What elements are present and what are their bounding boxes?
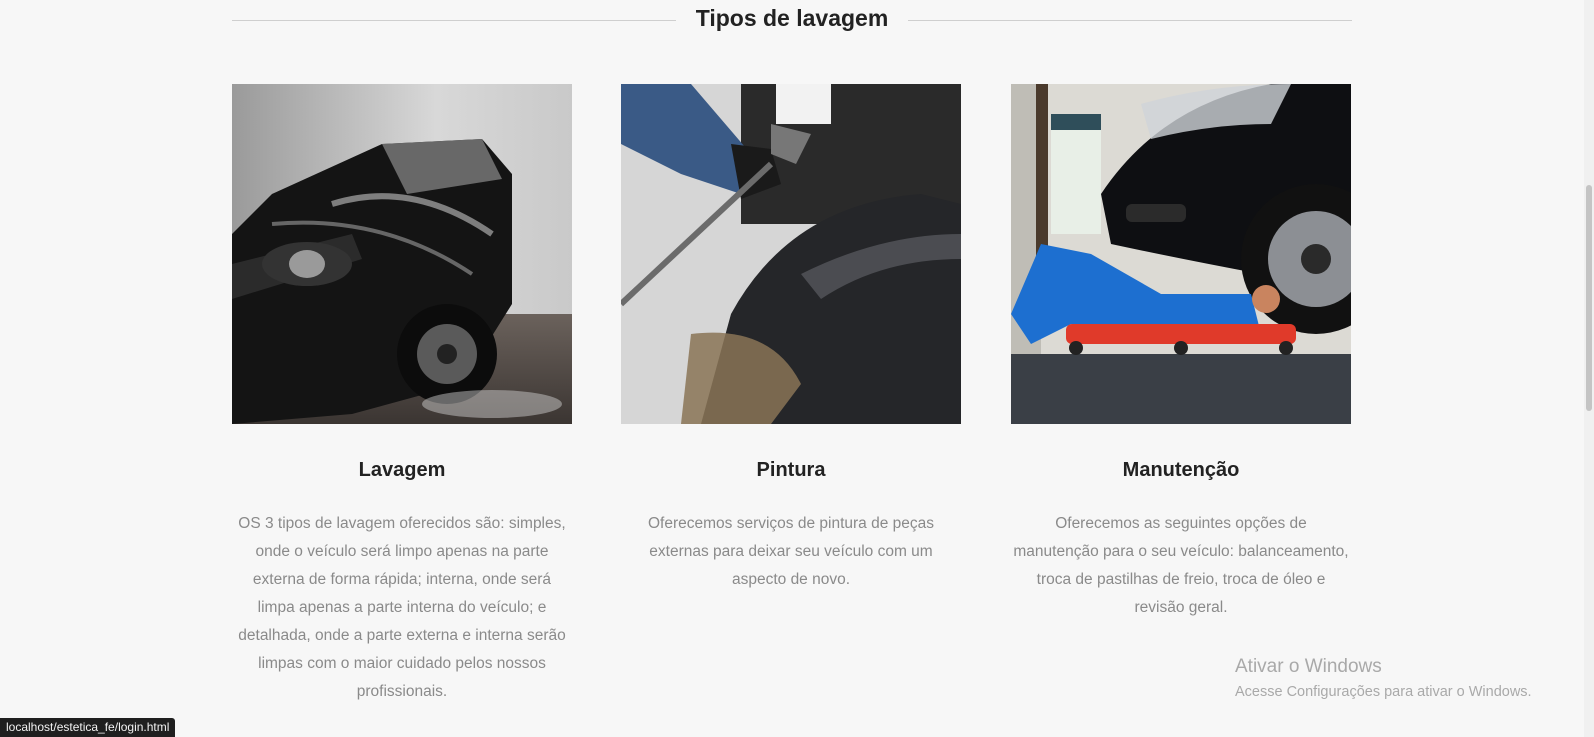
scrollbar-thumb[interactable]: [1586, 185, 1592, 411]
service-card-lavagem: Lavagem OS 3 tipos de lavagem oferecidos…: [232, 84, 572, 706]
card-description: OS 3 tipos de lavagem oferecidos são: si…: [238, 515, 566, 700]
card-title: Pintura: [756, 459, 826, 481]
car-wash-photo: [232, 84, 572, 424]
car-maintenance-photo: [1011, 84, 1351, 424]
vertical-scrollbar[interactable]: [1584, 0, 1594, 737]
header-divider-right: [908, 20, 1352, 21]
section-title: Tipos de lavagem: [695, 5, 889, 31]
section-header: Tipos de lavagem: [232, 0, 1352, 40]
watermark-subtitle: Acesse Configurações para ativar o Windo…: [1235, 684, 1532, 700]
service-card-manutencao: Manutenção Oferecemos as seguintes opçõe…: [1011, 84, 1351, 622]
windows-activation-watermark: Ativar o Windows Acesse Configurações pa…: [1235, 655, 1532, 702]
card-title: Lavagem: [358, 459, 446, 481]
watermark-title: Ativar o Windows: [1235, 656, 1382, 677]
card-title: Manutenção: [1122, 459, 1240, 481]
card-description: Oferecemos serviços de pintura de peças …: [647, 515, 935, 588]
car-painting-photo: [621, 84, 961, 424]
status-bar-link-preview: localhost/estetica_fe/login.html: [0, 718, 176, 737]
card-description: Oferecemos as seguintes opções de manute…: [1013, 515, 1349, 616]
service-card-pintura: Pintura Oferecemos serviços de pintura d…: [621, 84, 961, 594]
